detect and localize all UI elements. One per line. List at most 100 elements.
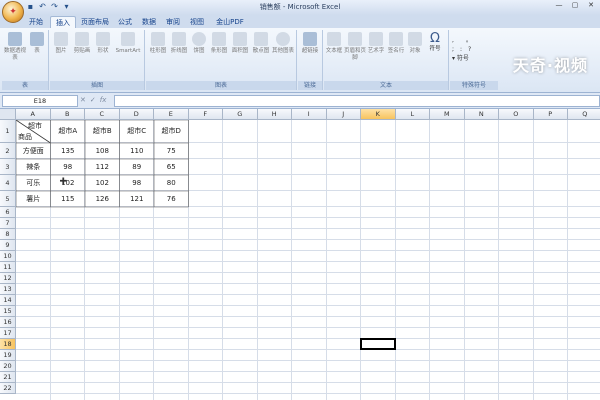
row-header-1[interactable]: 1 [0, 120, 16, 143]
office-button[interactable]: ✦ [2, 1, 24, 23]
close-icon[interactable]: ✕ [584, 0, 598, 11]
gridline [222, 120, 223, 400]
row-header-6[interactable]: 6 [0, 207, 16, 218]
shapes-button[interactable]: 形状 [94, 32, 112, 55]
cancel-icon[interactable]: ✕ [80, 96, 86, 104]
hyperlink-button[interactable]: 超链接 [300, 32, 320, 55]
punctuation-row-1[interactable]: , 。 [452, 36, 498, 45]
column-header-n[interactable]: N [464, 109, 499, 120]
column-header-j[interactable]: J [326, 109, 361, 120]
gridline [256, 120, 258, 400]
column-header-g[interactable]: G [223, 109, 258, 120]
table-button[interactable]: 表 [28, 32, 46, 55]
smartart-button[interactable]: SmartArt [114, 32, 142, 55]
column-header-q[interactable]: Q [568, 109, 600, 120]
ribbon: 数据透视表 表 表 图片 剪贴画 形状 SmartArt 插图 柱形图 折线图 … [0, 28, 600, 93]
header-footer-button[interactable]: 页眉和页脚 [344, 32, 366, 62]
column-header-e[interactable]: E [154, 109, 189, 120]
row-header-18[interactable]: 18 [0, 339, 16, 350]
object-button[interactable]: 对象 [406, 32, 424, 55]
special-symbol-dropdown[interactable]: ▾ 符号 [452, 54, 498, 63]
select-all-button[interactable] [0, 109, 16, 120]
column-header-c[interactable]: C [85, 109, 120, 120]
tab-view[interactable]: 视图 [186, 16, 208, 28]
smartart-icon [121, 32, 135, 46]
row-header-11[interactable]: 11 [0, 262, 16, 273]
other-charts-button[interactable]: 其他图表 [272, 32, 294, 55]
gridline [16, 338, 600, 339]
column-header-l[interactable]: L [395, 109, 430, 120]
row-header-19[interactable]: 19 [0, 350, 16, 361]
row-header-5[interactable]: 5 [0, 191, 16, 207]
gridline [16, 283, 600, 284]
area-chart-button[interactable]: 面积图 [230, 32, 250, 55]
tab-pdf[interactable]: 金山PDF [212, 16, 248, 28]
column-header-o[interactable]: O [499, 109, 534, 120]
formula-bar: E18 ✕ ✓ fx [0, 93, 600, 109]
row-header-17[interactable]: 17 [0, 328, 16, 339]
row-header-7[interactable]: 7 [0, 218, 16, 229]
row-header-13[interactable]: 13 [0, 284, 16, 295]
gridline [16, 294, 600, 295]
column-chart-button[interactable]: 柱形图 [148, 32, 168, 55]
mouse-cursor-icon: ✚ [59, 177, 68, 187]
column-header-a[interactable]: A [16, 109, 51, 120]
row-header-8[interactable]: 8 [0, 229, 16, 240]
column-header-b[interactable]: B [50, 109, 85, 120]
row-header-14[interactable]: 14 [0, 295, 16, 306]
row-header-12[interactable]: 12 [0, 273, 16, 284]
tab-home[interactable]: 开始 [24, 16, 48, 28]
formula-input[interactable] [114, 95, 600, 107]
enter-icon[interactable]: ✓ [90, 96, 96, 104]
column-header-h[interactable]: H [257, 109, 292, 120]
signature-line-button[interactable]: 签名行 [386, 32, 406, 55]
pie-chart-button[interactable]: 饼图 [190, 32, 208, 55]
tab-data[interactable]: 数据 [138, 16, 160, 28]
row-header-2[interactable]: 2 [0, 143, 16, 159]
clipart-button[interactable]: 剪贴画 [72, 32, 92, 55]
pivot-table-button[interactable]: 数据透视表 [4, 32, 26, 62]
tab-formulas[interactable]: 公式 [114, 16, 136, 28]
row-header-9[interactable]: 9 [0, 240, 16, 251]
active-cell[interactable] [360, 338, 396, 350]
column-header-m[interactable]: M [430, 109, 465, 120]
row-header-10[interactable]: 10 [0, 251, 16, 262]
punctuation-row-2[interactable]: ; : ? [452, 45, 498, 54]
column-header-p[interactable]: P [533, 109, 568, 120]
row-header-16[interactable]: 16 [0, 317, 16, 328]
row-header-21[interactable]: 21 [0, 372, 16, 383]
column-header-d[interactable]: D [119, 109, 154, 120]
row-header-3[interactable]: 3 [0, 159, 16, 175]
tab-review[interactable]: 审阅 [162, 16, 184, 28]
column-header-f[interactable]: F [188, 109, 223, 120]
gridline [291, 120, 292, 400]
picture-button[interactable]: 图片 [52, 32, 70, 55]
column-header-k[interactable]: K [361, 109, 396, 120]
group-links: 超链接 链接 [298, 30, 323, 90]
scatter-chart-button[interactable]: 散点图 [251, 32, 271, 55]
insert-function-button[interactable]: fx [100, 96, 107, 104]
maximize-icon[interactable]: ▢ [568, 0, 582, 11]
worksheet-grid[interactable]: A B C D E F G H I J K L M N O P Q 1 2 3 4 5 6 7 8 9 10 11 12 13 14 15 16… [0, 109, 600, 400]
group-charts: 柱形图 折线图 饼图 条形图 面积图 散点图 其他图表 图表 [146, 30, 297, 90]
wordart-icon [369, 32, 383, 46]
group-illustrations: 图片 剪贴画 形状 SmartArt 插图 [50, 30, 145, 90]
wordart-button[interactable]: 艺术字 [366, 32, 386, 55]
minimize-icon[interactable]: — [552, 0, 566, 11]
bar-chart-button[interactable]: 条形图 [209, 32, 229, 55]
gridline [16, 261, 600, 262]
group-special-symbols: , 。 ; : ? ▾ 符号 特殊符号 [450, 30, 498, 90]
textbox-button[interactable]: 文本框 [324, 32, 344, 55]
tab-page-layout[interactable]: 页面布局 [78, 16, 112, 28]
row-header-4[interactable]: 4 [0, 175, 16, 191]
scatter-chart-icon [254, 32, 268, 46]
column-header-i[interactable]: I [292, 109, 327, 120]
gridline [16, 360, 600, 361]
symbol-button[interactable]: Ω 符号 [425, 32, 445, 53]
row-header-20[interactable]: 20 [0, 361, 16, 372]
row-header-15[interactable]: 15 [0, 306, 16, 317]
line-chart-button[interactable]: 折线图 [169, 32, 189, 55]
row-header-22[interactable]: 22 [0, 383, 16, 394]
name-box[interactable]: E18 [2, 95, 78, 107]
window-controls: — ▢ ✕ [552, 0, 598, 11]
